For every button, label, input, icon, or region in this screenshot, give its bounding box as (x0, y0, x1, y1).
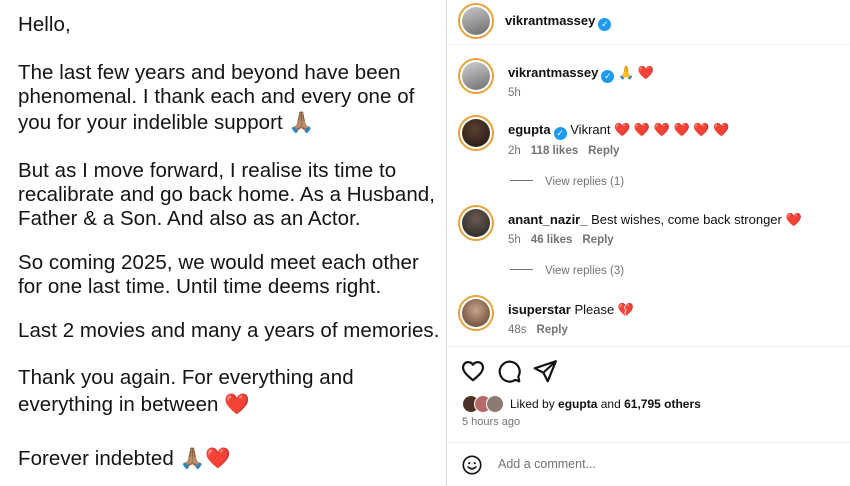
comment-username[interactable]: egupta (508, 122, 551, 137)
post-text-line: phenomenal. I thank each and every one o… (18, 85, 415, 108)
post-text-line: everything in between ❤️ (18, 393, 250, 416)
post-side-panel: vikrantmassey ✓ vikrantmassey ✓ 🙏 ❤️ 5h eg… (448, 0, 850, 486)
comment-username[interactable]: anant_nazir_ (508, 212, 587, 227)
caption-row: vikrantmassey ✓ 🙏 ❤️ (508, 65, 654, 83)
comment-row: anant_nazir_ Best wishes, come back stro… (508, 212, 802, 228)
comment-text: Best wishes, come back stronger (591, 212, 782, 227)
heart-outline-icon[interactable] (460, 358, 486, 384)
caption-text: 🙏 ❤️ (617, 65, 654, 80)
post-text-line: So coming 2025, we would meet each other (18, 251, 419, 274)
post-text-line: Father & a Son. And also as an Actor. (18, 207, 361, 230)
comment-time: 2h (508, 145, 521, 157)
post-text-line: The last few years and beyond have been (18, 61, 401, 84)
divider (448, 346, 850, 347)
post-text-line: But as I move forward, I realise its tim… (18, 159, 397, 182)
post-text-line: for one last time. Until time deems righ… (18, 275, 382, 298)
post-text-line: you for your indelible support 🙏🏽 (18, 111, 315, 134)
comment-likes[interactable]: 46 likes (531, 234, 573, 246)
post-text-line: recalibrate and go back home. As a Husba… (18, 183, 435, 206)
comment-time: 5h (508, 234, 521, 246)
post-header: vikrantmassey ✓ (448, 0, 850, 45)
author-avatar[interactable] (458, 3, 494, 39)
liker-username[interactable]: egupta (558, 397, 597, 411)
post-text-line: Hello, (18, 13, 71, 36)
view-replies-button[interactable]: View replies (3) (510, 265, 624, 277)
comment-text: Please (574, 302, 615, 317)
comment-avatar[interactable] (458, 295, 494, 331)
comment-avatar[interactable] (458, 115, 494, 151)
comment-reply-button[interactable]: Reply (588, 145, 619, 157)
comment-likes[interactable]: 118 likes (531, 145, 578, 157)
post-text-line: Last 2 movies and many a years of memori… (18, 319, 440, 342)
liker-avatar[interactable] (486, 395, 504, 413)
caption-avatar[interactable] (458, 58, 494, 94)
comment-text: Vikrant (570, 122, 611, 137)
verified-badge-icon: ✓ (598, 18, 612, 31)
emoji-smiley-icon[interactable] (461, 454, 483, 476)
likes-count[interactable]: 61,795 others (624, 397, 701, 411)
comment-avatar[interactable] (458, 205, 494, 241)
comment-meta: 2h 118 likes Reply (508, 145, 619, 157)
comment-hearts: ❤️ ❤️ ❤️ ❤️ ❤️ ❤️ (614, 122, 730, 137)
author-username[interactable]: vikrantmassey ✓ (505, 13, 612, 31)
caption-time: 5h (508, 87, 521, 99)
post-image: Hello, The last few years and beyond hav… (0, 0, 447, 486)
comment-row: egupta ✓ Vikrant ❤️ ❤️ ❤️ ❤️ ❤️ ❤️ (508, 122, 729, 140)
divider-dash (510, 269, 533, 270)
comment-reply-button[interactable]: Reply (537, 324, 568, 336)
post-time: 5 hours ago (462, 416, 521, 428)
comment-time: 48s (508, 324, 527, 336)
verified-badge-icon: ✓ (553, 127, 567, 140)
comment-meta: 48s Reply (508, 324, 568, 336)
caption-username[interactable]: vikrantmassey (508, 65, 598, 80)
comment-hearts: 💔 (617, 302, 635, 317)
divider (448, 442, 850, 443)
paper-plane-icon[interactable] (532, 358, 558, 384)
comment-reply-button[interactable]: Reply (582, 234, 613, 246)
comment-row: isuperstar Please 💔 (508, 302, 634, 318)
comment-username[interactable]: isuperstar (508, 302, 571, 317)
post-text-line: Thank you again. For everything and (18, 366, 354, 389)
divider-dash (510, 180, 533, 181)
likes-summary[interactable]: Liked by egupta and 61,795 others (510, 397, 701, 411)
view-replies-button[interactable]: View replies (1) (510, 176, 624, 188)
comment-hearts: ❤️ (785, 212, 802, 227)
comment-meta: 5h 46 likes Reply (508, 234, 614, 246)
comment-bubble-icon[interactable] (496, 358, 522, 384)
add-comment-input[interactable]: Add a comment... (498, 457, 596, 471)
verified-badge-icon: ✓ (601, 70, 615, 83)
post-text-line: Forever indebted 🙏🏽❤️ (18, 447, 231, 470)
